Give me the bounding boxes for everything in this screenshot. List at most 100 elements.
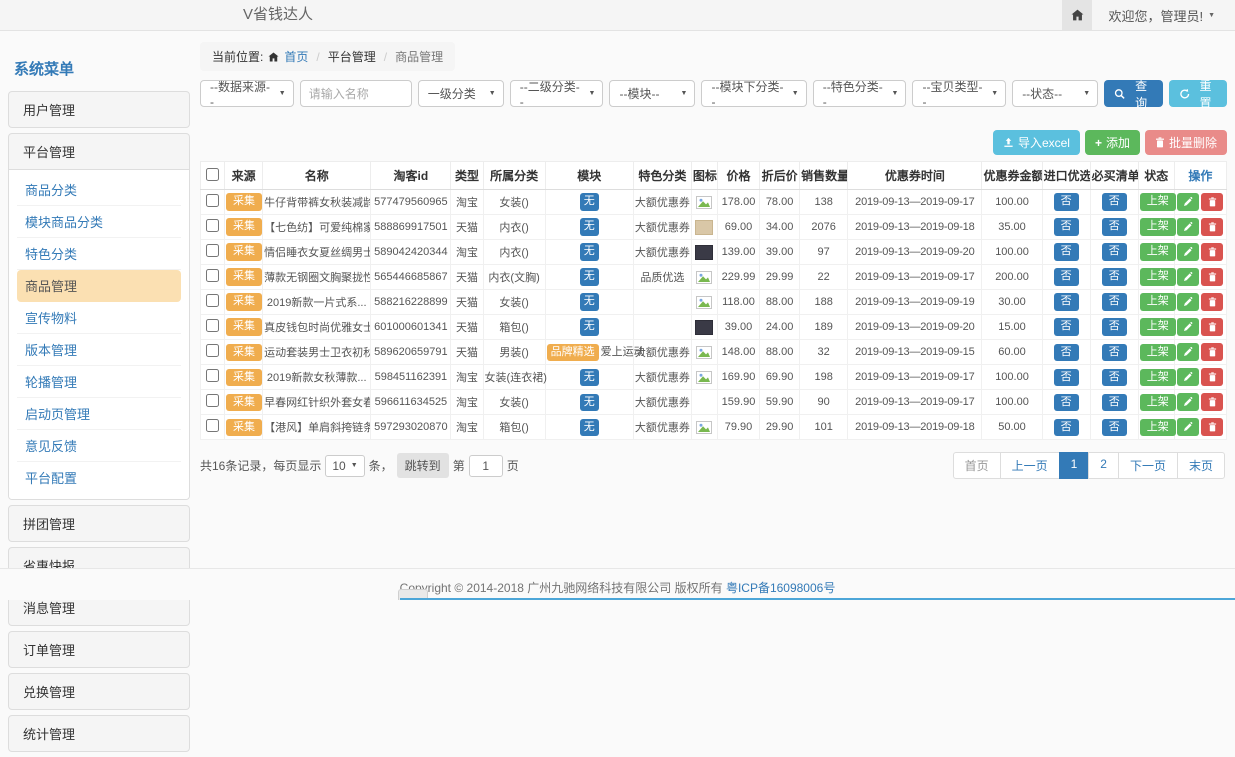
breadcrumb-home-link[interactable]: 首页 — [284, 48, 308, 65]
filter-select[interactable]: --状态--▼ — [1012, 80, 1098, 107]
row-checkbox[interactable] — [206, 419, 219, 432]
pagination-button[interactable]: 1 — [1059, 452, 1090, 479]
pagination-button[interactable]: 末页 — [1177, 452, 1225, 479]
price: 139.00 — [717, 240, 759, 265]
batch-delete-button[interactable]: 批量删除 — [1145, 130, 1227, 155]
sidebar-subitem[interactable]: 商品管理 — [17, 270, 181, 302]
image-placeholder-icon — [696, 346, 712, 359]
edit-button[interactable] — [1177, 193, 1199, 211]
import-select-badge: 否 — [1054, 193, 1079, 210]
must-buy-cell: 否 — [1090, 190, 1138, 215]
sidebar-subitem[interactable]: 启动页管理 — [17, 398, 181, 430]
home-button[interactable] — [1062, 0, 1092, 30]
row-checkbox[interactable] — [206, 344, 219, 357]
import-select-cell: 否 — [1042, 415, 1090, 440]
edit-button[interactable] — [1177, 243, 1199, 261]
filter-select[interactable]: --特色分类--▼ — [813, 80, 907, 107]
sidebar-subitem[interactable]: 平台配置 — [17, 462, 181, 493]
product-name: 运动套装男士卫衣初秋... — [263, 340, 371, 365]
status-badge: 上架 — [1140, 268, 1176, 285]
edit-button[interactable] — [1177, 268, 1199, 286]
delete-button[interactable] — [1201, 218, 1223, 236]
product-thumbnail — [695, 370, 713, 385]
delete-button[interactable] — [1201, 243, 1223, 261]
row-checkbox[interactable] — [206, 269, 219, 282]
sidebar-subitem[interactable]: 特色分类 — [17, 238, 181, 270]
delete-button[interactable] — [1201, 418, 1223, 436]
sidebar-subitem[interactable]: 宣传物料 — [17, 302, 181, 334]
row-checkbox[interactable] — [206, 369, 219, 382]
filter-select[interactable]: --模块下分类--▼ — [701, 80, 806, 107]
pagination-button[interactable]: 首页 — [953, 452, 1001, 479]
sidebar-section-header[interactable]: 拼团管理 — [9, 506, 189, 541]
price: 159.90 — [717, 390, 759, 415]
records-summary: 共16条记录，每页显示 10 ▼ 条， 跳转到 第 页 — [200, 453, 519, 478]
sidebar-section-header[interactable]: 统计管理 — [9, 716, 189, 751]
product-category: 内衣(文胸) — [483, 265, 545, 290]
module-badge: 无 — [580, 419, 599, 436]
pagination-button[interactable]: 2 — [1088, 452, 1119, 479]
pagination-button[interactable]: 上一页 — [1000, 452, 1060, 479]
must-buy-badge: 否 — [1102, 394, 1127, 411]
filter-select[interactable]: --宝贝类型--▼ — [912, 80, 1006, 107]
delete-button[interactable] — [1201, 343, 1223, 361]
product-type: 天猫 — [451, 215, 483, 240]
per-page-select[interactable]: 10 ▼ — [325, 455, 364, 477]
product-name: 【七色纺】可爱纯棉家... — [263, 215, 371, 240]
sidebar-section-header[interactable]: 平台管理 — [9, 134, 189, 169]
jump-button[interactable]: 跳转到 — [397, 453, 449, 478]
row-checkbox[interactable] — [206, 219, 219, 232]
delete-button[interactable] — [1201, 193, 1223, 211]
row-checkbox[interactable] — [206, 244, 219, 257]
delete-button[interactable] — [1201, 318, 1223, 336]
edit-button[interactable] — [1177, 343, 1199, 361]
edit-button[interactable] — [1177, 418, 1199, 436]
edit-button[interactable] — [1177, 368, 1199, 386]
table-row: 采集 【七色纺】可爱纯棉家... 588869917501 天猫 内衣() 无 … — [201, 215, 1227, 240]
row-checkbox[interactable] — [206, 294, 219, 307]
sidebar-subitem[interactable]: 商品分类 — [17, 174, 181, 206]
icp-link[interactable]: 粤ICP备16098006号 — [726, 581, 835, 595]
sidebar-section-header[interactable]: 用户管理 — [9, 92, 189, 127]
edit-button[interactable] — [1177, 318, 1199, 336]
add-button[interactable]: + 添加 — [1085, 130, 1140, 155]
delete-button[interactable] — [1201, 368, 1223, 386]
delete-button[interactable] — [1201, 268, 1223, 286]
sidebar-subitem[interactable]: 模块商品分类 — [17, 206, 181, 238]
edit-button[interactable] — [1177, 393, 1199, 411]
query-button-label: 查询 — [1130, 77, 1153, 111]
name-search-input[interactable] — [300, 80, 412, 107]
edit-button[interactable] — [1177, 293, 1199, 311]
sales-count: 189 — [800, 315, 848, 340]
delete-button[interactable] — [1201, 293, 1223, 311]
sidebar-subitem[interactable]: 意见反馈 — [17, 430, 181, 462]
import-select-badge: 否 — [1054, 394, 1079, 411]
sidebar-section-header[interactable]: 订单管理 — [9, 632, 189, 667]
filter-select[interactable]: --二级分类--▼ — [510, 80, 604, 107]
chevron-down-icon: ▼ — [351, 462, 358, 469]
sidebar-section-header[interactable]: 兑换管理 — [9, 674, 189, 709]
import-excel-button[interactable]: 导入excel — [993, 130, 1080, 155]
price: 148.00 — [717, 340, 759, 365]
query-button[interactable]: 查询 — [1104, 80, 1162, 107]
filter-select[interactable]: 一级分类▼ — [418, 80, 504, 107]
chevron-down-icon: ▼ — [792, 90, 799, 97]
sidebar-subitem[interactable]: 轮播管理 — [17, 366, 181, 398]
filter-select[interactable]: --数据来源--▼ — [200, 80, 294, 107]
sidebar-section: 拼团管理 — [8, 505, 190, 542]
row-checkbox[interactable] — [206, 194, 219, 207]
user-menu[interactable]: 欢迎您，管理员! ▼ — [1108, 6, 1215, 25]
operations-cell — [1174, 415, 1226, 440]
row-checkbox[interactable] — [206, 394, 219, 407]
edit-button[interactable] — [1177, 218, 1199, 236]
select-all-checkbox[interactable] — [206, 168, 219, 181]
delete-button[interactable] — [1201, 393, 1223, 411]
row-checkbox[interactable] — [206, 319, 219, 332]
product-name: 早春网红针织外套女春... — [263, 390, 371, 415]
sidebar-subitem[interactable]: 版本管理 — [17, 334, 181, 366]
pagination-button[interactable]: 下一页 — [1118, 452, 1178, 479]
jump-page-input[interactable] — [469, 455, 503, 477]
copyright-text: Copyright © 2014-2018 广州九驰网络科技有限公司 版权所有 — [400, 581, 723, 595]
filter-select[interactable]: --模块--▼ — [609, 80, 695, 107]
reset-button[interactable]: 重置 — [1169, 80, 1227, 107]
